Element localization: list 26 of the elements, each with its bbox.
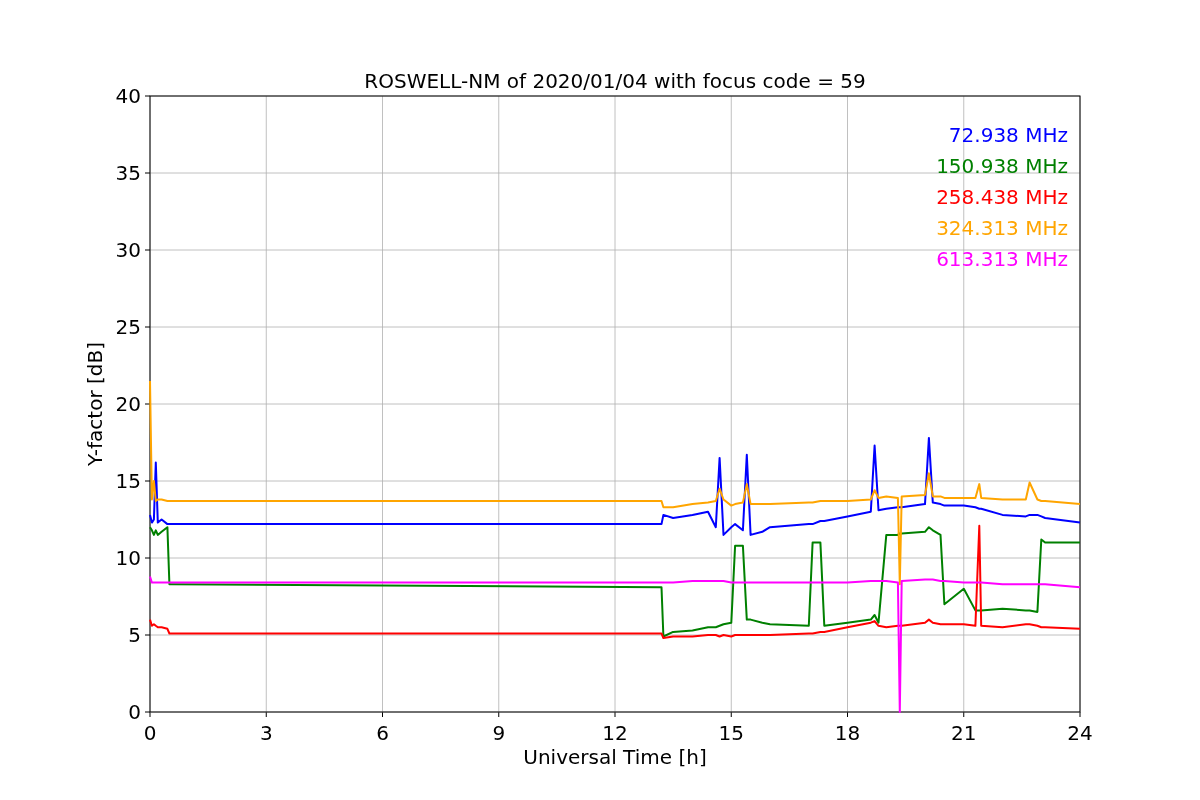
y-tick-label: 35	[115, 161, 141, 185]
x-tick-label: 18	[834, 721, 861, 745]
legend-label: 258.438 MHz	[936, 185, 1068, 209]
legend-label: 324.313 MHz	[936, 216, 1068, 240]
legend-label: 150.938 MHz	[936, 154, 1068, 178]
x-tick-label: 0	[143, 721, 157, 745]
x-tick-label: 24	[1067, 721, 1093, 745]
y-tick-label: 10	[115, 546, 141, 570]
y-tick-label: 40	[115, 84, 141, 108]
x-tick-label: 21	[951, 721, 977, 745]
x-tick-label: 6	[376, 721, 389, 745]
y-axis-label: Y-factor [dB]	[83, 342, 107, 466]
x-tick-label: 3	[259, 721, 273, 745]
x-tick-label: 12	[602, 721, 628, 745]
y-tick-label: 30	[115, 238, 141, 262]
legend-label: 72.938 MHz	[948, 123, 1068, 147]
x-axis-label: Universal Time [h]	[523, 745, 707, 769]
legend-label: 613.313 MHz	[936, 247, 1068, 271]
y-tick-label: 25	[115, 315, 141, 339]
y-tick-label: 5	[128, 623, 141, 647]
x-tick-label: 15	[718, 721, 744, 745]
y-tick-label: 20	[115, 392, 141, 416]
chart-title: ROSWELL-NM of 2020/01/04 with focus code = 59	[364, 69, 866, 93]
x-tick-label: 9	[492, 721, 506, 745]
y-tick-label: 15	[115, 469, 141, 493]
y-tick-label: 0	[128, 700, 141, 724]
